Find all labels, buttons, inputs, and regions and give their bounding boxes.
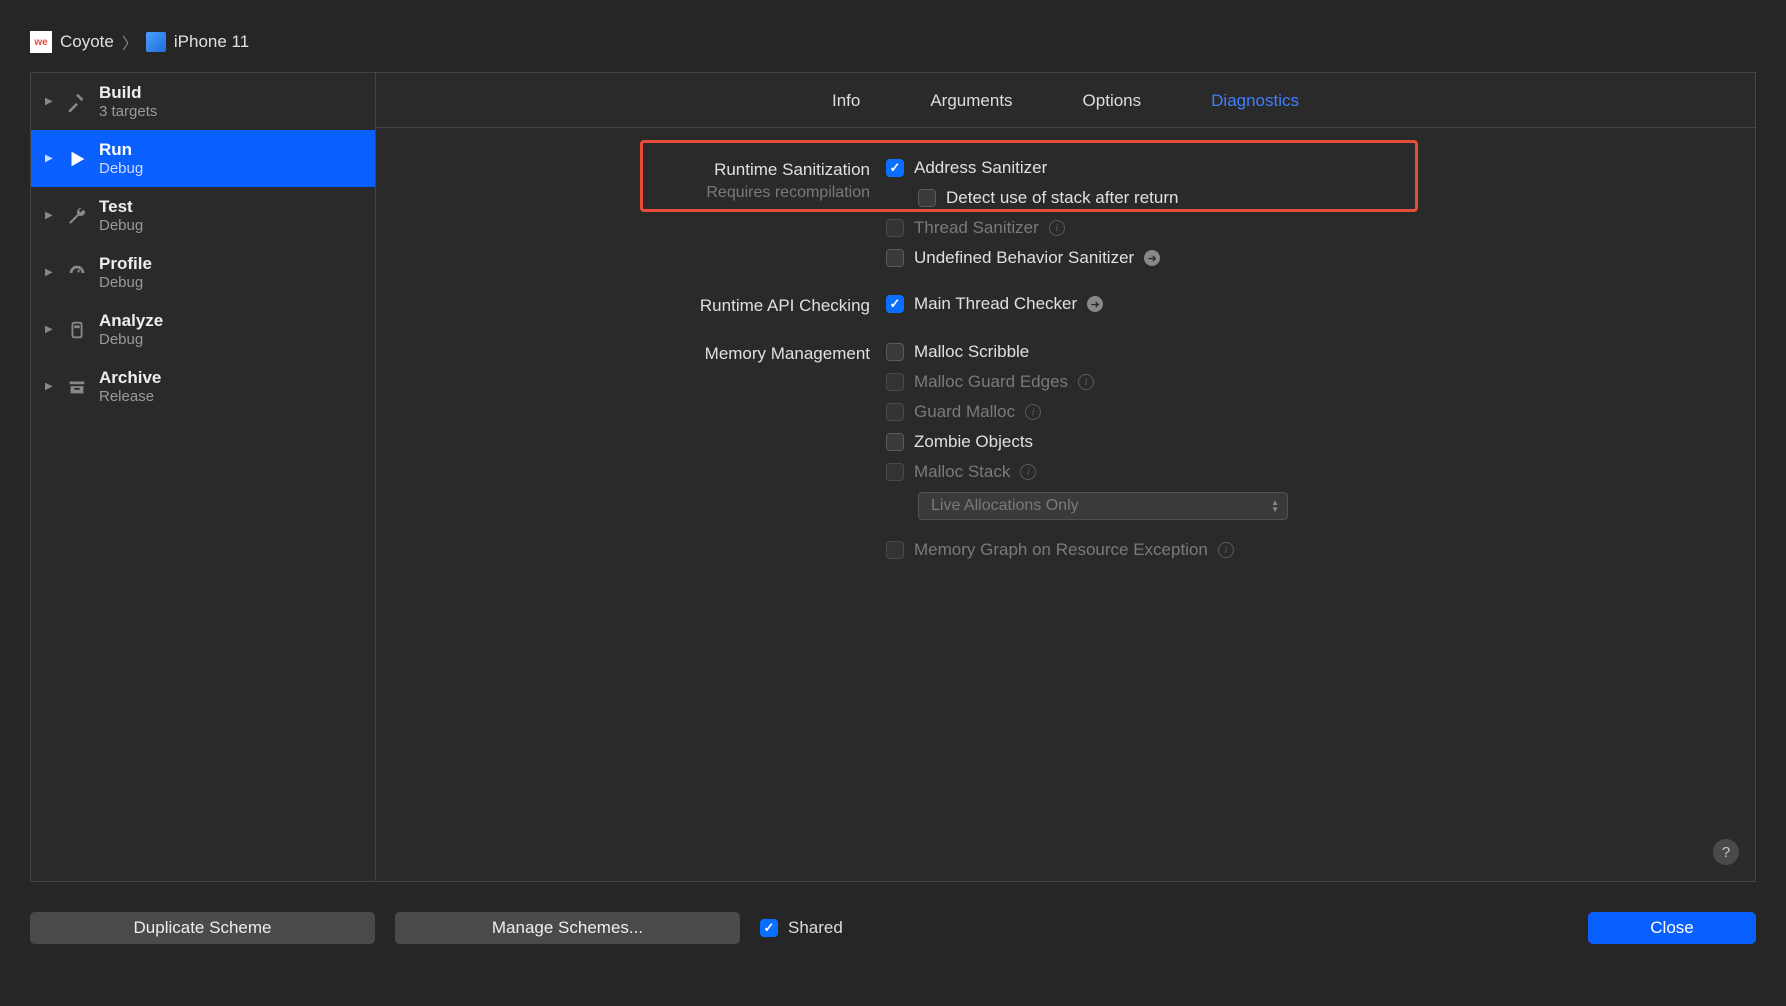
play-icon <box>65 147 89 171</box>
breadcrumb-device[interactable]: iPhone 11 <box>174 32 249 52</box>
sidebar-item-test[interactable]: ▶ Test Debug <box>31 187 375 244</box>
section-runtime-sanitization-label: Runtime Sanitization <box>416 160 870 180</box>
footer: Duplicate Scheme Manage Schemes... Share… <box>30 912 1756 944</box>
option-main-thread-checker: Main Thread Checker <box>914 294 1077 314</box>
checkbox-malloc-scribble[interactable] <box>886 343 904 361</box>
sidebar-item-analyze[interactable]: ▶ Analyze Debug <box>31 301 375 358</box>
checkbox-thread-sanitizer <box>886 219 904 237</box>
option-malloc-stack: Malloc Stack <box>914 462 1010 482</box>
analyze-icon <box>65 318 89 342</box>
option-undefined-behavior: Undefined Behavior Sanitizer <box>914 248 1134 268</box>
select-arrows-icon: ▲▼ <box>1271 499 1279 513</box>
chevron-right-icon: 〉 <box>122 30 138 54</box>
sidebar-item-title: Build <box>99 83 157 103</box>
sidebar-item-subtitle: Release <box>99 388 161 405</box>
sidebar-item-subtitle: Debug <box>99 160 143 177</box>
tab-arguments[interactable]: Arguments <box>930 91 1012 111</box>
sidebar-item-run[interactable]: ▶ Run Debug <box>31 130 375 187</box>
breadcrumb-project[interactable]: Coyote <box>60 32 114 52</box>
checkbox-address-sanitizer[interactable] <box>886 159 904 177</box>
sidebar-item-title: Test <box>99 197 143 217</box>
duplicate-scheme-button[interactable]: Duplicate Scheme <box>30 912 375 944</box>
checkbox-zombie-objects[interactable] <box>886 433 904 451</box>
info-icon[interactable]: i <box>1049 220 1065 236</box>
archive-icon <box>65 375 89 399</box>
checkbox-undefined-behavior[interactable] <box>886 249 904 267</box>
info-icon[interactable]: i <box>1020 464 1036 480</box>
checkbox-shared[interactable] <box>760 919 778 937</box>
checkbox-guard-malloc <box>886 403 904 421</box>
sidebar-item-title: Run <box>99 140 143 160</box>
close-button[interactable]: Close <box>1588 912 1756 944</box>
sidebar-item-subtitle: Debug <box>99 331 163 348</box>
checkbox-malloc-guard-edges <box>886 373 904 391</box>
section-memory-label: Memory Management <box>416 344 870 364</box>
option-thread-sanitizer: Thread Sanitizer <box>914 218 1039 238</box>
checkbox-malloc-stack <box>886 463 904 481</box>
sidebar-item-profile[interactable]: ▶ Profile Debug <box>31 244 375 301</box>
sidebar-item-title: Profile <box>99 254 152 274</box>
section-runtime-sanitization-sublabel: Requires recompilation <box>416 184 870 202</box>
main-panel: ▶ Build 3 targets ▶ Run Debug <box>30 72 1756 882</box>
content-panel: Info Arguments Options Diagnostics Runti… <box>376 73 1755 881</box>
arrow-right-icon[interactable]: ➜ <box>1144 250 1160 266</box>
shared-label: Shared <box>788 918 843 938</box>
sidebar-item-build[interactable]: ▶ Build 3 targets <box>31 73 375 130</box>
option-malloc-scribble: Malloc Scribble <box>914 342 1029 362</box>
sidebar-item-title: Archive <box>99 368 161 388</box>
sidebar-item-subtitle: Debug <box>99 274 152 291</box>
arrow-right-icon[interactable]: ➜ <box>1087 296 1103 312</box>
sidebar-item-subtitle: 3 targets <box>99 103 157 120</box>
option-detect-stack: Detect use of stack after return <box>946 188 1178 208</box>
disclosure-icon[interactable]: ▶ <box>45 324 55 335</box>
select-malloc-stack-mode: Live Allocations Only ▲▼ <box>918 492 1288 520</box>
tab-diagnostics[interactable]: Diagnostics <box>1211 91 1299 111</box>
disclosure-icon[interactable]: ▶ <box>45 210 55 221</box>
disclosure-icon[interactable]: ▶ <box>45 267 55 278</box>
option-zombie-objects: Zombie Objects <box>914 432 1033 452</box>
checkbox-main-thread-checker[interactable] <box>886 295 904 313</box>
info-icon[interactable]: i <box>1025 404 1041 420</box>
option-address-sanitizer: Address Sanitizer <box>914 158 1047 178</box>
checkbox-memory-graph <box>886 541 904 559</box>
select-value: Live Allocations Only <box>931 497 1079 515</box>
wrench-icon <box>65 204 89 228</box>
sidebar: ▶ Build 3 targets ▶ Run Debug <box>31 73 376 881</box>
help-button[interactable]: ? <box>1713 839 1739 865</box>
sidebar-item-title: Analyze <box>99 311 163 331</box>
tabs: Info Arguments Options Diagnostics <box>376 73 1755 128</box>
sidebar-item-archive[interactable]: ▶ Archive Release <box>31 358 375 415</box>
tab-options[interactable]: Options <box>1083 91 1142 111</box>
disclosure-icon[interactable]: ▶ <box>45 96 55 107</box>
disclosure-icon[interactable]: ▶ <box>45 381 55 392</box>
hammer-icon <box>65 90 89 114</box>
project-icon: we <box>30 31 52 53</box>
option-malloc-guard-edges: Malloc Guard Edges <box>914 372 1068 392</box>
checkbox-detect-stack[interactable] <box>918 189 936 207</box>
breadcrumb: we Coyote 〉 iPhone 11 <box>30 30 1756 54</box>
option-memory-graph: Memory Graph on Resource Exception <box>914 540 1208 560</box>
disclosure-icon[interactable]: ▶ <box>45 153 55 164</box>
info-icon[interactable]: i <box>1218 542 1234 558</box>
device-icon <box>146 32 166 52</box>
gauge-icon <box>65 261 89 285</box>
sidebar-item-subtitle: Debug <box>99 217 143 234</box>
option-guard-malloc: Guard Malloc <box>914 402 1015 422</box>
section-runtime-api-label: Runtime API Checking <box>416 296 870 316</box>
tab-info[interactable]: Info <box>832 91 860 111</box>
manage-schemes-button[interactable]: Manage Schemes... <box>395 912 740 944</box>
info-icon[interactable]: i <box>1078 374 1094 390</box>
